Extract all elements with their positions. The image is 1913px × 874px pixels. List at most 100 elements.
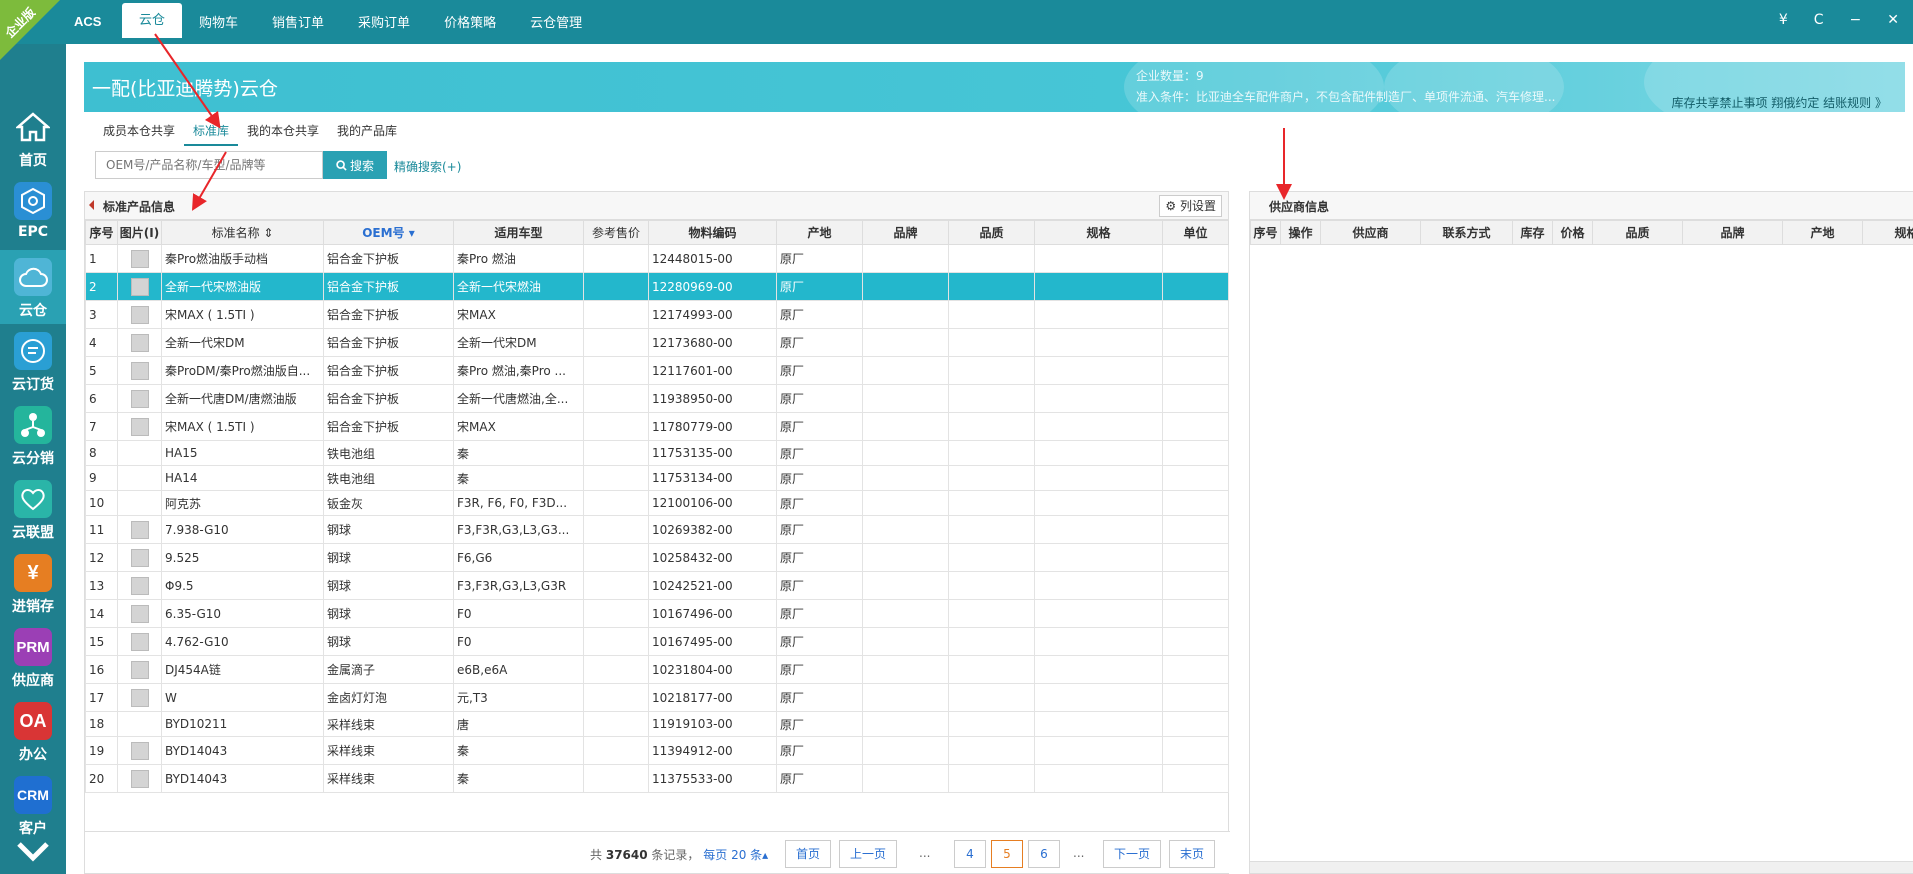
table-row[interactable]: 3 宋MAX ( 1.5TI ) 铝合金下护板 宋MAX 12174993-00 原厂 <box>85 300 1229 329</box>
table-row[interactable]: 17 W 金卤灯灯泡 元,T3 10218177-00 原厂 <box>85 683 1229 712</box>
sidebar-item-alliance[interactable]: 云联盟 <box>0 472 66 546</box>
table-row[interactable]: 14 6.35-G10 钢球 F0 10167496-00 原厂 <box>85 599 1229 628</box>
table-row[interactable]: 9 HA14 铁电池组秦 11753134-00 原厂 <box>85 465 1229 491</box>
table-cell <box>583 328 649 357</box>
top-tab-price-strategy[interactable]: 价格策略 <box>427 9 513 44</box>
sidebar-item-cloud[interactable]: 云仓 <box>0 250 66 324</box>
product-thumbnail[interactable] <box>130 741 149 760</box>
refresh-icon[interactable]: C <box>1814 12 1824 28</box>
rules-link[interactable]: 库存共享禁止事项 翔俄约定 结账规则 》 <box>1672 94 1887 111</box>
page-4-button[interactable]: 4 <box>954 840 986 868</box>
currency-icon[interactable]: ¥ <box>1779 12 1788 28</box>
sidebar-item-customer[interactable]: CRM 客户 <box>0 768 66 838</box>
table-cell: 13 <box>85 571 118 600</box>
table-cell: 11780779-00 <box>648 412 777 441</box>
col-index: 序号 <box>85 220 118 245</box>
sidebar-item-label: 云订货 <box>12 377 54 393</box>
product-thumbnail[interactable] <box>130 604 149 623</box>
sidebar-item-inventory[interactable]: ¥ 进销存 <box>0 546 66 620</box>
pager-ellipsis: ... <box>919 846 931 860</box>
table-row[interactable]: 6 全新一代唐DM/唐燃油版 铝合金下护板 全新一代唐燃油,全... 11938950-… <box>85 384 1229 413</box>
first-page-button[interactable]: 首页 <box>785 840 831 868</box>
table-cell: 12448015-00 <box>648 244 777 273</box>
top-tab-cart[interactable]: 购物车 <box>182 9 255 44</box>
product-thumbnail-cell <box>117 490 162 516</box>
horizontal-scrollbar[interactable] <box>1250 861 1913 873</box>
table-row[interactable]: 7 宋MAX ( 1.5TI ) 铝合金下护板 宋MAX 11780779-00 原厂 <box>85 412 1229 441</box>
product-thumbnail[interactable] <box>130 688 149 707</box>
table-cell: 全新一代宋DM <box>161 328 324 357</box>
sidebar-item-distribution[interactable]: 云分销 <box>0 398 66 472</box>
prev-page-button[interactable]: 上一页 <box>839 840 897 868</box>
table-row[interactable]: 11 7.938-G10 钢球 F3,F3R,G3,L3,G3... 10269382-… <box>85 515 1229 544</box>
product-thumbnail[interactable] <box>130 520 149 539</box>
sidebar-item-cloud-order[interactable]: 云订货 <box>0 324 66 398</box>
product-thumbnail[interactable] <box>130 389 149 408</box>
table-row[interactable]: 15 4.762-G10 钢球 F0 10167495-00 原厂 <box>85 627 1229 656</box>
product-thumbnail[interactable] <box>130 769 149 788</box>
tab-my-products[interactable]: 我的产品库 <box>328 120 406 146</box>
table-row[interactable]: 16 DJ454A链 金属滴子 e6B,e6A 10231804-00 原厂 <box>85 655 1229 684</box>
table-cell <box>948 465 1035 491</box>
col-origin: 产地 <box>776 220 863 245</box>
search-input[interactable] <box>95 151 323 179</box>
table-row[interactable]: 18 BYD10211 采样线束唐 11919103-00 原厂 <box>85 711 1229 737</box>
last-page-button[interactable]: 末页 <box>1169 840 1215 868</box>
table-cell: 原厂 <box>776 571 863 600</box>
product-thumbnail[interactable] <box>130 249 149 268</box>
table-row[interactable]: 8 HA15 铁电池组秦 11753135-00 原厂 <box>85 440 1229 466</box>
table-row[interactable]: 5 秦ProDM/秦Pro燃油版自... 铝合金下护板 秦Pro 燃油,秦Pro ..… <box>85 356 1229 385</box>
table-cell: 原厂 <box>776 736 863 765</box>
table-cell: 原厂 <box>776 356 863 385</box>
product-thumbnail[interactable] <box>130 660 149 679</box>
product-thumbnail[interactable] <box>130 417 149 436</box>
product-thumbnail[interactable] <box>130 548 149 567</box>
sidebar-item-home[interactable]: 首页 <box>0 100 66 174</box>
table-row[interactable]: 2 全新一代宋燃油版 铝合金下护板 全新一代宋燃油 12280969-00 原厂 <box>85 272 1229 301</box>
sidebar-item-epc[interactable]: EPC <box>0 174 66 248</box>
column-settings-button[interactable]: ⚙ 列设置 <box>1159 195 1222 217</box>
yen-icon: ¥ <box>14 554 52 592</box>
precise-search-link[interactable]: 精确搜索(+) <box>394 158 461 175</box>
product-thumbnail[interactable] <box>130 361 149 380</box>
product-thumbnail[interactable] <box>130 277 149 296</box>
sidebar-item-office[interactable]: OA 办公 <box>0 694 66 768</box>
product-thumbnail-cell <box>117 683 162 712</box>
table-row[interactable]: 19 BYD14043 采样线束秦 11394912-00 原厂 <box>85 736 1229 765</box>
tab-standard-library[interactable]: 标准库 <box>184 120 239 146</box>
top-tab-warehouse-admin[interactable]: 云仓管理 <box>513 9 599 44</box>
window-controls: ¥ C − ✕ <box>1779 12 1899 28</box>
sidebar-item-supplier[interactable]: PRM 供应商 <box>0 620 66 694</box>
table-row[interactable]: 12 9.525 钢球 F6,G6 10258432-00 原厂 <box>85 543 1229 572</box>
table-cell: 原厂 <box>776 244 863 273</box>
minimize-icon[interactable]: − <box>1850 12 1862 28</box>
col-oem[interactable]: OEM号 ▾ <box>323 220 454 245</box>
next-page-button[interactable]: 下一页 <box>1103 840 1161 868</box>
table-cell: 原厂 <box>776 272 863 301</box>
product-thumbnail[interactable] <box>130 632 149 651</box>
table-row[interactable]: 4 全新一代宋DM 铝合金下护板 全新一代宋DM 12173680-00 原厂 <box>85 328 1229 357</box>
search-button[interactable]: 搜索 <box>323 151 387 179</box>
page-6-button[interactable]: 6 <box>1028 840 1060 868</box>
top-tab-purchase-orders[interactable]: 采购订单 <box>341 9 427 44</box>
tab-my-share[interactable]: 我的本仓共享 <box>238 120 328 146</box>
close-icon[interactable]: ✕ <box>1887 12 1899 28</box>
product-thumbnail[interactable] <box>130 576 149 595</box>
product-thumbnail[interactable] <box>130 333 149 352</box>
top-tab-sales-orders[interactable]: 销售订单 <box>255 9 341 44</box>
per-page-select[interactable]: 每页 20 条▴ <box>703 848 768 862</box>
hexagon-icon <box>14 182 52 220</box>
col-standard-name[interactable]: 标准名称 ⇕ <box>161 220 324 245</box>
search-button-label: 搜索 <box>349 158 374 173</box>
table-row[interactable]: 10 阿克苏 钣金灰 F3R, F6, F0, F3D... 12100106-00 原厂 <box>85 490 1229 516</box>
table-row[interactable]: 1 秦Pro燃油版手动档 铝合金下护板 秦Pro 燃油 12448015-00 原厂 <box>85 244 1229 273</box>
tab-member-share[interactable]: 成员本仓共享 <box>94 120 184 146</box>
collapse-caret-icon[interactable] <box>89 200 94 210</box>
table-row[interactable]: 13 Φ9.5 钢球 F3,F3R,G3,L3,G3R 10242521-00 原厂 <box>85 571 1229 600</box>
top-tab-cloud-warehouse[interactable]: 云仓 <box>122 3 183 38</box>
product-thumbnail[interactable] <box>130 305 149 324</box>
chevron-down-icon[interactable] <box>15 840 51 867</box>
table-cell: 原厂 <box>776 683 863 712</box>
page-5-button[interactable]: 5 <box>991 840 1023 868</box>
table-row[interactable]: 20 BYD14043 采样线束秦 11375533-00 原厂 <box>85 764 1229 793</box>
